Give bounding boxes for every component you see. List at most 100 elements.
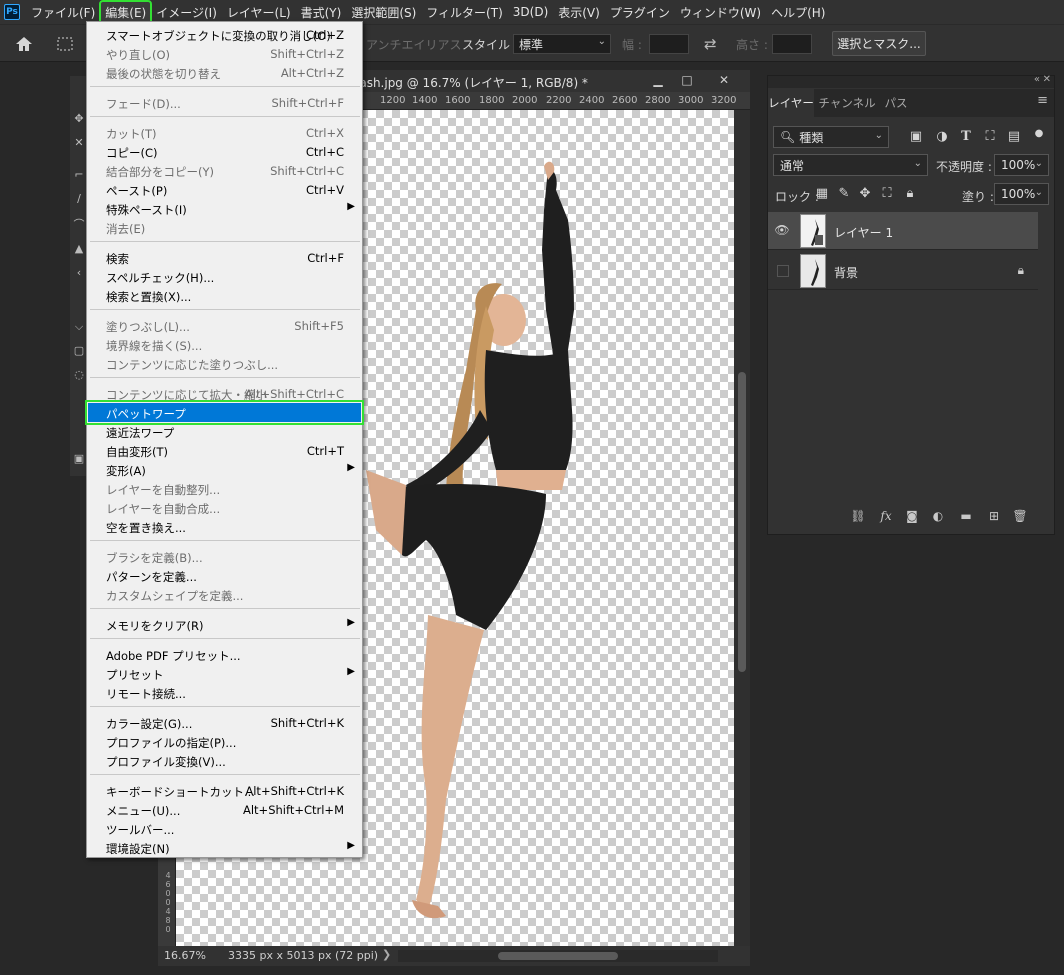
close-panel-icon[interactable]: ✕ bbox=[1043, 74, 1051, 85]
link-layers-icon[interactable]: ⛓ bbox=[850, 508, 866, 524]
menu-item-define-custom-shape[interactable]: カスタムシェイプを定義... bbox=[88, 585, 361, 604]
menu-item-auto-align-layers[interactable]: レイヤーを自動整列... bbox=[88, 479, 361, 498]
swap-icon[interactable]: ⇄ bbox=[704, 25, 717, 63]
type-layer-filter-icon[interactable]: T bbox=[958, 129, 974, 145]
menu-item-copy[interactable]: コピー(C) Ctrl+C bbox=[88, 142, 361, 161]
menu-3d[interactable]: 3D(D) bbox=[508, 2, 553, 22]
menu-item-adobe-pdf-presets[interactable]: Adobe PDF プリセット... bbox=[88, 645, 361, 664]
menu-filter[interactable]: フィルター(T) bbox=[421, 1, 507, 24]
menu-item-paste-special[interactable]: 特殊ペースト(I) ▶ bbox=[88, 199, 361, 218]
crop-tool-icon[interactable]: ⌐ bbox=[73, 168, 85, 181]
blend-mode-select[interactable]: 通常 ⌄ bbox=[773, 154, 928, 176]
lock-position-icon[interactable]: ✥ bbox=[857, 186, 873, 202]
add-mask-icon[interactable]: ◙ bbox=[904, 508, 920, 524]
marquee-tool-icon[interactable] bbox=[56, 25, 76, 63]
menu-item-menus[interactable]: メニュー(U)... Alt+Shift+Ctrl+M bbox=[88, 800, 361, 819]
minimize-icon[interactable]: ▁ bbox=[647, 73, 669, 88]
menu-item-find-replace[interactable]: 検索と置換(X)... bbox=[88, 286, 361, 305]
adjustment-layer-filter-icon[interactable]: ◑ bbox=[934, 129, 950, 145]
layer-name[interactable]: レイヤー 1 bbox=[834, 224, 893, 241]
collapse-panel-icon[interactable]: « bbox=[1034, 74, 1040, 85]
new-group-icon[interactable]: ▬ bbox=[958, 508, 974, 524]
eye-icon[interactable]: 👁︎ bbox=[774, 223, 790, 239]
menu-item-copy-merged[interactable]: 結合部分をコピー(Y) Shift+Ctrl+C bbox=[88, 161, 361, 180]
menu-item-spell-check[interactable]: スペルチェック(H)... bbox=[88, 267, 361, 286]
height-input[interactable] bbox=[772, 34, 812, 54]
opacity-input[interactable]: 100% ⌄ bbox=[994, 154, 1049, 176]
brush-tool-icon[interactable]: ⌒ bbox=[73, 216, 85, 232]
menu-item-redo[interactable]: やり直し(O) Shift+Ctrl+Z bbox=[88, 44, 361, 63]
menu-item-content-aware-fill[interactable]: コンテンツに応じた塗りつぶし... bbox=[88, 354, 361, 373]
close-icon[interactable]: ✕ bbox=[713, 73, 735, 88]
menu-item-keyboard-shortcuts[interactable]: キーボードショートカット... Alt+Shift+Ctrl+K bbox=[88, 781, 361, 800]
menu-item-presets[interactable]: プリセット ▶ bbox=[88, 664, 361, 683]
menu-item-undo[interactable]: スマートオブジェクトに変換の取り消し(O) Ctrl+Z bbox=[88, 25, 361, 44]
menu-item-fade[interactable]: フェード(D)... Shift+Ctrl+F bbox=[88, 93, 361, 112]
stamp-tool-icon[interactable]: ▲ bbox=[73, 242, 85, 255]
lock-transparency-icon[interactable]: ▦ bbox=[814, 186, 830, 202]
fill-input[interactable]: 100% ⌄ bbox=[994, 183, 1049, 205]
panel-menu-icon[interactable]: ≡ bbox=[1037, 93, 1048, 108]
eyedropper-tool-icon[interactable]: ∕ bbox=[73, 192, 85, 205]
fx-icon[interactable]: fx bbox=[878, 508, 894, 524]
layer-name[interactable]: 背景 bbox=[834, 264, 858, 281]
menu-item-convert-profile[interactable]: プロファイル変換(V)... bbox=[88, 751, 361, 770]
lock-artboard-icon[interactable]: ⛶ bbox=[879, 186, 895, 202]
new-adjustment-layer-icon[interactable]: ◐ bbox=[930, 508, 946, 524]
menu-item-paste[interactable]: ペースト(P) Ctrl+V bbox=[88, 180, 361, 199]
menu-item-toggle-last-state[interactable]: 最後の状態を切り替え Alt+Ctrl+Z bbox=[88, 63, 361, 82]
menu-item-define-brush[interactable]: ブラシを定義(B)... bbox=[88, 547, 361, 566]
lock-all-icon[interactable]: 🔒︎ bbox=[902, 186, 918, 202]
style-select[interactable]: 標準 ⌄ bbox=[513, 34, 611, 54]
menu-item-define-pattern[interactable]: パターンを定義... bbox=[88, 566, 361, 585]
menu-item-content-aware-scale[interactable]: コンテンツに応じて拡大・縮小 Alt+Shift+Ctrl+C bbox=[88, 384, 361, 403]
menu-item-toolbar[interactable]: ツールバー... bbox=[88, 819, 361, 838]
menu-view[interactable]: 表示(V) bbox=[553, 1, 605, 24]
shape-layer-filter-icon[interactable]: ⛶ bbox=[982, 129, 998, 145]
menu-item-transform[interactable]: 変形(A) ▶ bbox=[88, 460, 361, 479]
menu-item-free-transform[interactable]: 自由変形(T) Ctrl+T bbox=[88, 441, 361, 460]
horizontal-scrollbar[interactable] bbox=[398, 950, 718, 962]
menu-item-preferences[interactable]: 環境設定(N) ▶ bbox=[88, 838, 361, 857]
lasso-tool-icon[interactable]: ✕ bbox=[73, 136, 85, 149]
layer-row[interactable]: 👁︎ レイヤー 1 bbox=[768, 212, 1038, 250]
menu-item-sky-replacement[interactable]: 空を置き換え... bbox=[88, 517, 361, 536]
status-menu-arrow[interactable]: ❯ bbox=[382, 948, 391, 961]
menu-item-purge[interactable]: メモリをクリア(R) ▶ bbox=[88, 615, 361, 634]
width-input[interactable] bbox=[649, 34, 689, 54]
menu-item-fill[interactable]: 塗りつぶし(L)... Shift+F5 bbox=[88, 316, 361, 335]
scrollbar-thumb[interactable] bbox=[738, 372, 746, 672]
maximize-icon[interactable]: □ bbox=[676, 73, 698, 88]
screen-mode-icon[interactable]: ▣ bbox=[73, 452, 85, 465]
menu-plugins[interactable]: プラグイン bbox=[605, 1, 675, 24]
layer-filter-select[interactable]: 🔍︎ 種類 ⌄ bbox=[773, 126, 889, 148]
menu-item-clear[interactable]: 消去(E) bbox=[88, 218, 361, 237]
scrollbar-thumb[interactable] bbox=[498, 952, 618, 960]
visibility-toggle[interactable] bbox=[777, 265, 789, 277]
new-layer-icon[interactable]: ⊞ bbox=[986, 508, 1002, 524]
menu-item-auto-blend-layers[interactable]: レイヤーを自動合成... bbox=[88, 498, 361, 517]
home-icon[interactable] bbox=[14, 25, 34, 63]
tab-paths[interactable]: パス bbox=[880, 89, 912, 117]
smart-object-filter-icon[interactable]: ▤ bbox=[1006, 129, 1022, 145]
tab-channels[interactable]: チャンネル bbox=[816, 89, 878, 117]
zoom-tool-icon[interactable]: ◌ bbox=[73, 368, 85, 381]
menu-item-cut[interactable]: カット(T) Ctrl+X bbox=[88, 123, 361, 142]
vertical-scrollbar[interactable] bbox=[734, 110, 750, 946]
trash-icon[interactable]: 🗑︎ bbox=[1012, 508, 1028, 524]
menu-window[interactable]: ウィンドウ(W) bbox=[675, 1, 766, 24]
menu-item-perspective-warp[interactable]: 遠近法ワープ bbox=[88, 422, 361, 441]
menu-item-stroke[interactable]: 境界線を描く(S)... bbox=[88, 335, 361, 354]
history-brush-icon[interactable]: ‹ bbox=[73, 266, 85, 279]
menu-item-remote-connections[interactable]: リモート接続... bbox=[88, 683, 361, 702]
menu-item-search[interactable]: 検索 Ctrl+F bbox=[88, 248, 361, 267]
menu-item-assign-profile[interactable]: プロファイルの指定(P)... bbox=[88, 732, 361, 751]
layer-row[interactable]: 背景 🔒︎ bbox=[768, 252, 1038, 290]
pixel-layer-filter-icon[interactable]: ▣ bbox=[908, 129, 924, 145]
pen-tool-icon[interactable]: ⌵ bbox=[73, 320, 85, 334]
move-tool-icon[interactable]: ✥ bbox=[73, 112, 85, 125]
menu-item-color-settings[interactable]: カラー設定(G)... Shift+Ctrl+K bbox=[88, 713, 361, 732]
shape-tool-icon[interactable]: ▢ bbox=[73, 344, 85, 357]
tab-layers[interactable]: レイヤー bbox=[768, 89, 814, 117]
menu-help[interactable]: ヘルプ(H) bbox=[766, 1, 830, 24]
